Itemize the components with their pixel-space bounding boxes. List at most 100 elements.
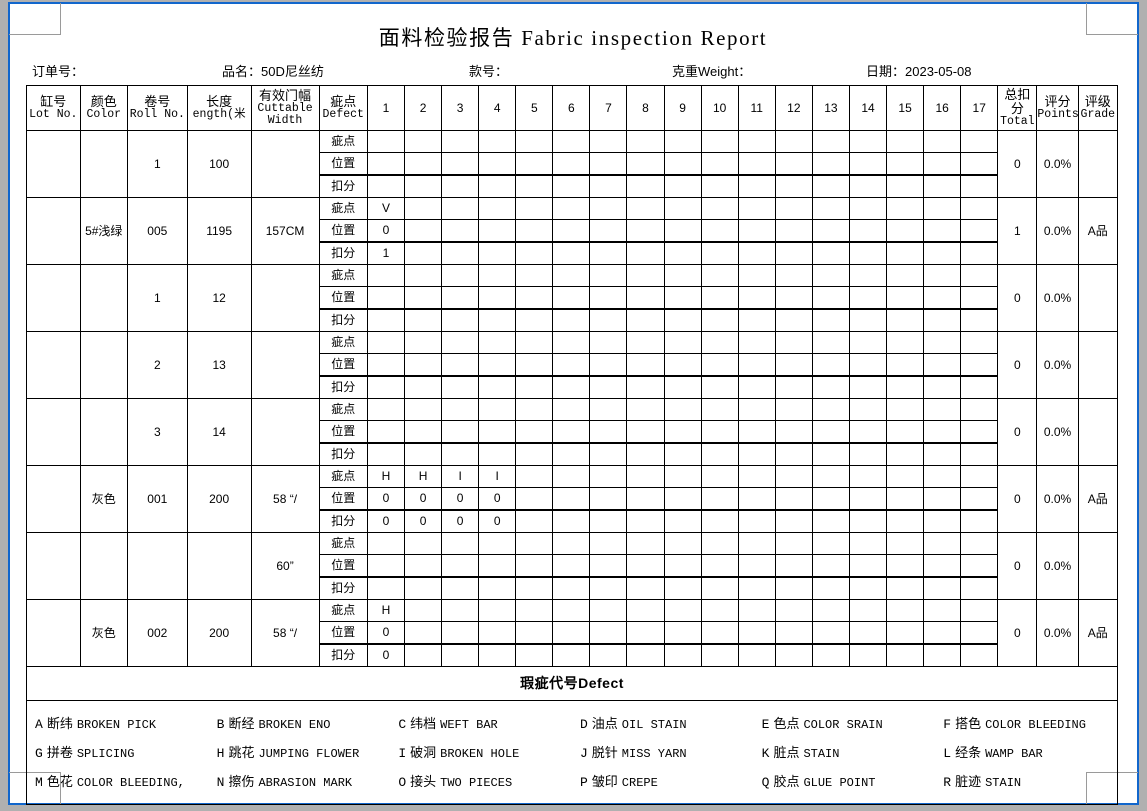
legend-label-en: BROKEN ENO bbox=[258, 718, 331, 732]
cell-defect-11 bbox=[737, 398, 776, 421]
cell-color: 灰色 bbox=[79, 599, 128, 667]
cell-points-2 bbox=[404, 375, 443, 399]
cell-defect-8 bbox=[626, 398, 665, 421]
cell-defect-4: I bbox=[478, 465, 517, 488]
cell-position-4 bbox=[478, 621, 517, 645]
cell-points-5 bbox=[515, 308, 554, 332]
legend-label-en: STAIN bbox=[803, 747, 840, 761]
legend-label-en: COLOR BLEEDING, bbox=[76, 776, 185, 790]
cell-defect-8 bbox=[626, 197, 665, 220]
cell-position-13 bbox=[811, 353, 850, 377]
cell-points-1: 0 bbox=[366, 509, 406, 533]
cell-defect-2 bbox=[404, 197, 443, 220]
col-header-defect-2: 2 bbox=[404, 85, 443, 131]
cell-position-5 bbox=[515, 152, 554, 176]
cell-defect-2: H bbox=[404, 465, 443, 488]
cell-defect-10 bbox=[700, 465, 739, 488]
legend-code: K bbox=[761, 746, 770, 761]
cell-points-12 bbox=[774, 509, 813, 533]
product-name-field: 品名：50D尼丝纺 bbox=[222, 64, 324, 79]
cell-position-15 bbox=[886, 219, 925, 243]
cell-position-11 bbox=[737, 554, 776, 578]
cell-position-9 bbox=[663, 420, 702, 444]
cell-score: 0.0% bbox=[1036, 264, 1079, 332]
cell-position-13 bbox=[811, 554, 850, 578]
date-field: 日期：2023-05-08 bbox=[866, 64, 972, 79]
cell-length: 200 bbox=[186, 599, 252, 667]
cell-roll: 005 bbox=[126, 197, 188, 265]
legend-label-en: OIL STAIN bbox=[621, 718, 687, 732]
cell-defect-9 bbox=[663, 599, 702, 622]
legend-code: B bbox=[216, 717, 225, 732]
legend-label-cn: 油点 bbox=[591, 716, 618, 731]
cell-points-17 bbox=[960, 643, 999, 667]
cell-score: 0.0% bbox=[1036, 599, 1079, 667]
cell-defect-4 bbox=[478, 197, 517, 220]
cell-defect-6 bbox=[552, 398, 591, 421]
cell-position-12 bbox=[774, 353, 813, 377]
cell-defect-16 bbox=[923, 264, 962, 287]
col-header-defect-4: 4 bbox=[478, 85, 517, 131]
cell-position-2 bbox=[404, 152, 443, 176]
cell-defect-8 bbox=[626, 264, 665, 287]
cell-points-11 bbox=[737, 509, 776, 533]
legend-code: J bbox=[579, 746, 588, 761]
cell-position-4 bbox=[478, 353, 517, 377]
col-header-grade: 评级 Grade bbox=[1077, 85, 1119, 131]
cell-defect-7 bbox=[589, 130, 628, 153]
cell-points-7 bbox=[589, 308, 628, 332]
cell-defect-4 bbox=[478, 599, 517, 622]
cell-points-17 bbox=[960, 442, 999, 466]
cell-defect-3: I bbox=[441, 465, 480, 488]
cell-position-12 bbox=[774, 487, 813, 511]
cell-position-7 bbox=[589, 219, 628, 243]
legend-item-F: F 搭色 COLOR BLEEDING bbox=[935, 713, 1117, 732]
legend-item-B: B 断经 BROKEN ENO bbox=[209, 713, 391, 732]
cell-defect-5 bbox=[515, 599, 554, 622]
cell-position-7 bbox=[589, 152, 628, 176]
cell-points-3 bbox=[441, 442, 480, 466]
cell-points-7 bbox=[589, 442, 628, 466]
legend-item-K: K 脏点 STAIN bbox=[754, 742, 936, 761]
cell-points-2 bbox=[404, 241, 443, 265]
legend-label-en: COLOR SRAIN bbox=[803, 718, 883, 732]
cell-color: 5#浅绿 bbox=[79, 197, 128, 265]
cell-defect-9 bbox=[663, 331, 702, 354]
cell-defect-10 bbox=[700, 331, 739, 354]
cell-points-14 bbox=[848, 174, 888, 198]
cell-defect-9 bbox=[663, 264, 702, 287]
cell-defect-16 bbox=[923, 532, 962, 555]
col-header-roll-no: 卷号 Roll No. bbox=[126, 85, 188, 131]
cell-width bbox=[250, 398, 320, 466]
legend-label-en: CREPE bbox=[621, 776, 658, 790]
col-header-total: 总扣分 Total bbox=[997, 85, 1038, 131]
col-header-cn: 卷号 bbox=[144, 94, 171, 110]
cell-position-17 bbox=[960, 554, 999, 578]
col-header-cn: 疵点 bbox=[330, 94, 357, 110]
cell-defect-5 bbox=[515, 398, 554, 421]
cell-position-16 bbox=[923, 219, 962, 243]
cell-color bbox=[79, 130, 128, 198]
cell-position-6 bbox=[552, 353, 591, 377]
cell-position-13 bbox=[811, 286, 850, 310]
cell-defect-7 bbox=[589, 197, 628, 220]
cell-defect-3 bbox=[441, 331, 480, 354]
cell-defect-15 bbox=[886, 398, 925, 421]
cell-defect-17 bbox=[960, 197, 999, 220]
row-sub-label-position: 位置 bbox=[318, 420, 368, 444]
cell-defect-6 bbox=[552, 264, 591, 287]
cell-position-4 bbox=[478, 554, 517, 578]
cell-position-9 bbox=[663, 554, 702, 578]
cell-total: 0 bbox=[997, 398, 1038, 466]
cell-position-3 bbox=[441, 554, 480, 578]
cell-position-17 bbox=[960, 487, 999, 511]
col-header-en: Points bbox=[1037, 107, 1079, 121]
cell-width: 58 “/ bbox=[250, 599, 320, 667]
cell-defect-7 bbox=[589, 532, 628, 555]
cell-defect-17 bbox=[960, 465, 999, 488]
cell-position-14 bbox=[848, 621, 888, 645]
cell-points-4 bbox=[478, 442, 517, 466]
cell-position-8 bbox=[626, 152, 665, 176]
cell-defect-14 bbox=[848, 197, 888, 220]
cell-length bbox=[186, 532, 252, 600]
